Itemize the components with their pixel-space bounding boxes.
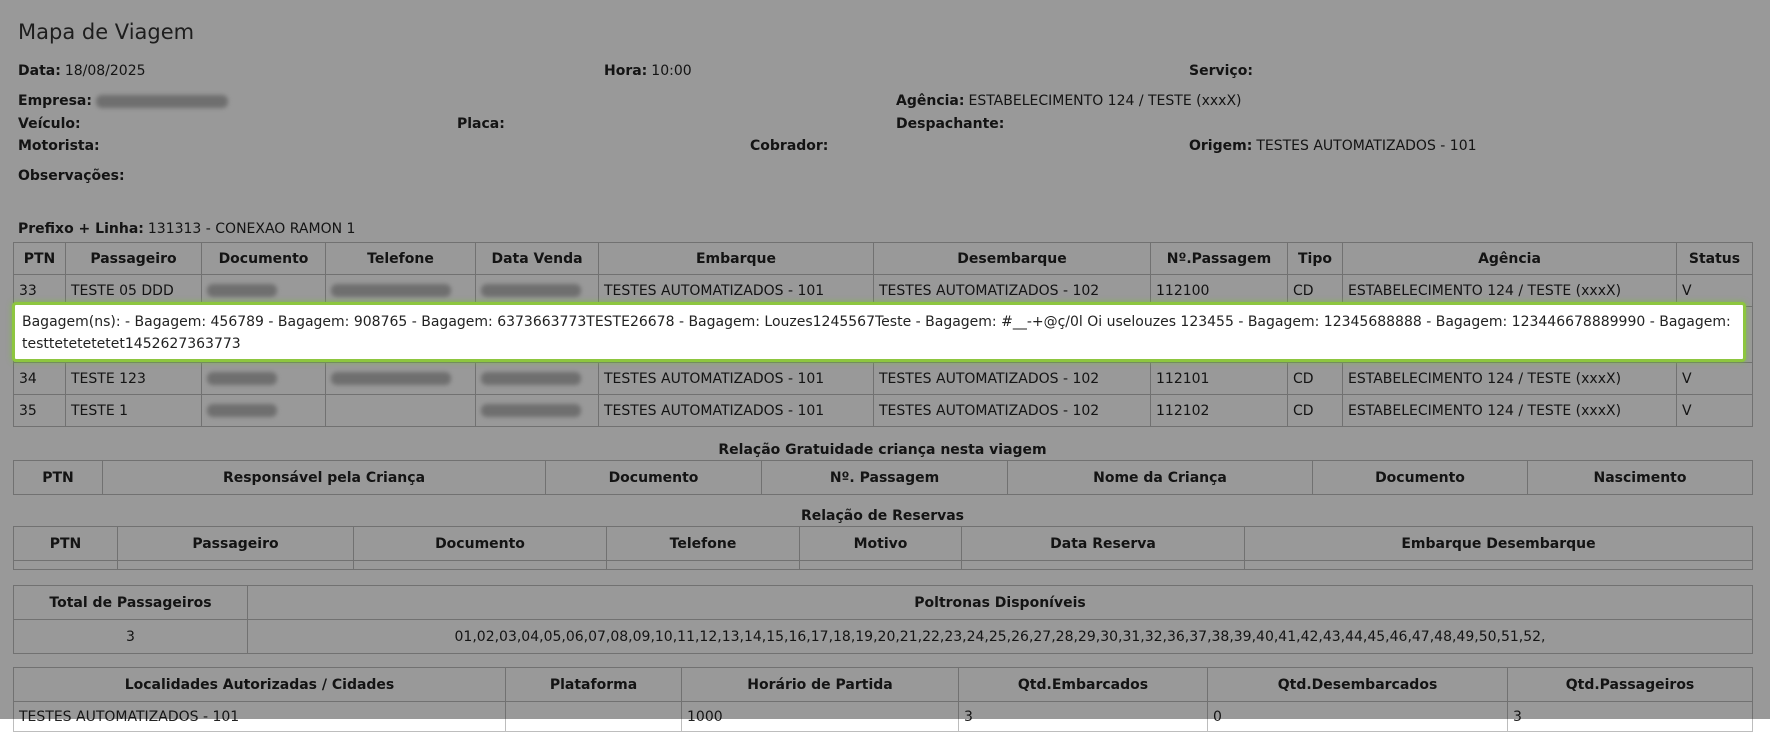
baggage-popup: Bagagem(ns): - Bagagem: 456789 - Bagagem… [12,302,1746,362]
baggage-text: Bagagem(ns): - Bagagem: 456789 - Bagagem… [22,314,1731,352]
